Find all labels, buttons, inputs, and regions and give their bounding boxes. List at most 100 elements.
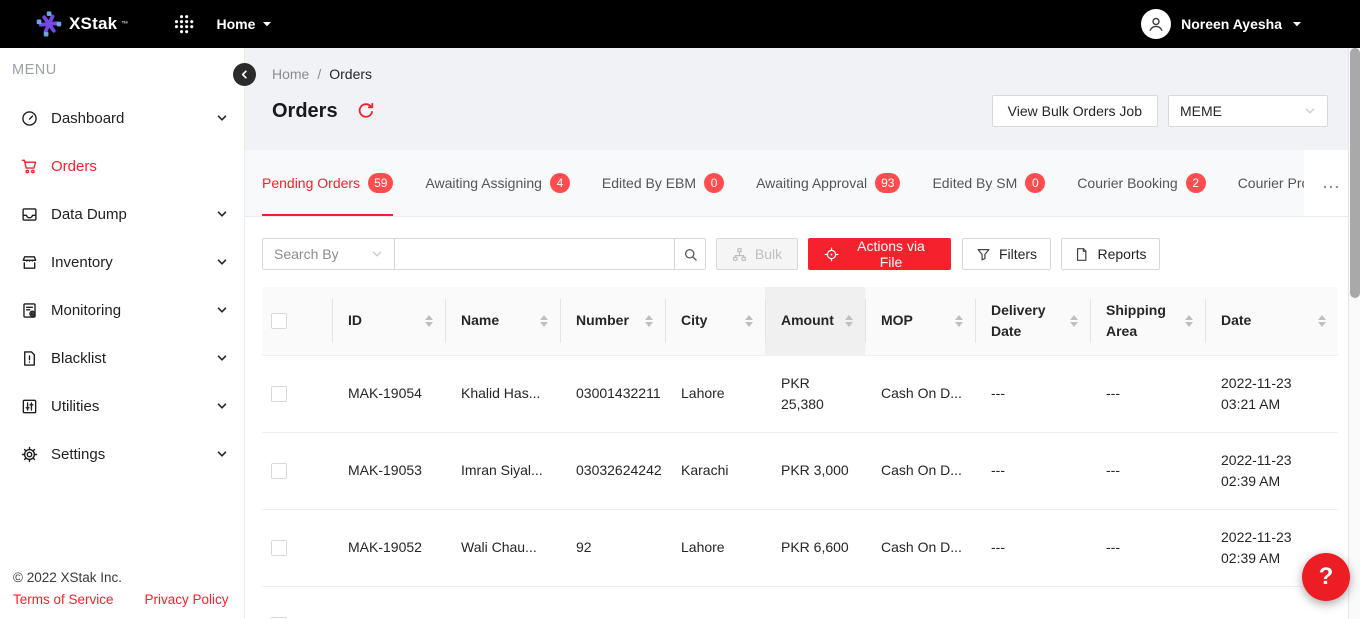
column-header-amount[interactable]: Amount [765,287,865,355]
dashboard-icon [21,110,38,127]
tabs-bar: Pending Orders59 Awaiting Assigning 4 Edite… [245,150,1360,217]
actions-via-file-button[interactable]: Actions via File [808,238,951,270]
chevron-down-icon [216,256,228,268]
column-header-number[interactable]: Number [560,287,665,355]
user-menu[interactable]: Noreen Ayesha [1141,9,1302,39]
select-all-checkbox[interactable] [271,313,287,329]
sidebar-item-utilities[interactable]: Utilities [0,382,244,430]
tab-pending-orders[interactable]: Pending Orders59 [262,150,393,216]
sidebar-item-label: Settings [51,446,216,463]
search-input[interactable] [395,238,675,270]
sort-icon[interactable] [1070,315,1078,327]
sidebar-item-dashboard[interactable]: Dashboard [0,94,244,142]
scrollbar-thumb[interactable] [1350,48,1360,298]
search-by-select[interactable]: Search By [262,238,395,270]
sidebar-item-label: Utilities [51,398,216,415]
tab-label: Awaiting Assigning [425,175,541,191]
tab-awaiting-assigning[interactable]: Awaiting Assigning 4 [425,150,569,216]
tab-courier-processing[interactable]: Courier Processing [1238,150,1304,216]
orders-card: Pending Orders59 Awaiting Assigning 4 Edite… [245,150,1360,619]
aim-icon [824,247,839,262]
row-checkbox[interactable] [271,463,287,479]
brand[interactable]: XStak™ [36,11,128,37]
tab-edited-by-sm[interactable]: Edited By SM0 [932,150,1045,216]
chevron-down-icon [216,112,228,124]
reports-button[interactable]: Reports [1061,238,1160,270]
workspace-select-value: MEME [1180,103,1222,119]
sidebar-item-blacklist[interactable]: Blacklist [0,334,244,382]
refresh-icon[interactable] [357,102,375,120]
sort-icon[interactable] [1185,315,1193,327]
sidebar-item-monitoring[interactable]: Monitoring [0,286,244,334]
filters-button[interactable]: Filters [962,238,1051,270]
column-label: Delivery Date [991,300,1066,342]
column-header-name[interactable]: Name [445,287,560,355]
cell-name [445,586,560,619]
column-header-mop[interactable]: MOP [865,287,975,355]
cell-mop: Cash On D... [865,509,975,586]
tab-awaiting-approval[interactable]: Awaiting Approval93 [756,150,900,216]
sidebar-item-inventory[interactable]: Inventory [0,238,244,286]
sort-icon[interactable] [845,315,853,327]
cell-id [332,586,445,619]
cell-amount: PKR 3,000 [765,432,865,509]
cell-shipping-area: --- [1090,509,1205,586]
cell-number: 92 [560,509,665,586]
breadcrumb-home[interactable]: Home [272,66,309,82]
sidebar-item-label: Dashboard [51,110,216,127]
sort-icon[interactable] [1318,315,1326,327]
sort-icon[interactable] [540,315,548,327]
help-button[interactable]: ? [1302,553,1350,601]
column-header-date[interactable]: Date [1205,287,1338,355]
row-checkbox[interactable] [271,540,287,556]
sidebar-item-label: Inventory [51,254,216,271]
nav-home-label: Home [216,16,255,32]
workspace-select[interactable]: MEME [1168,95,1328,127]
filter-funnel-icon [976,247,991,262]
cell-id: MAK-19053 [332,432,445,509]
inbox-icon [21,206,38,223]
column-header-city[interactable]: City [665,287,765,355]
column-label: ID [348,310,362,331]
cell-number [560,586,665,619]
tab-count-badge: 4 [550,173,570,193]
sort-icon[interactable] [425,315,433,327]
sort-icon[interactable] [955,315,963,327]
column-header-delivery-date[interactable]: Delivery Date [975,287,1090,355]
sort-icon[interactable] [645,315,653,327]
sort-icon[interactable] [745,315,753,327]
tab-label: Edited By EBM [602,175,696,191]
copyright-text: © 2022 XStak Inc. [13,570,229,585]
cell-shipping-area [1090,586,1205,619]
cell-number: 03001432211 [560,355,665,432]
cell-amount [765,586,865,619]
nav-home-menu[interactable]: Home [216,16,272,32]
cell-city: Lahore [665,355,765,432]
column-label: Amount [781,310,834,331]
privacy-policy-link[interactable]: Privacy Policy [145,592,229,607]
view-bulk-orders-job-button[interactable]: View Bulk Orders Job [992,95,1158,127]
bulk-button[interactable]: Bulk [716,238,798,270]
xstak-logo-icon [36,11,62,37]
tab-count-badge: 0 [704,173,724,193]
column-header-id[interactable]: ID [332,287,445,355]
row-select-cell [262,432,332,509]
caret-down-icon [1292,19,1302,29]
menu-label: MENU [0,48,244,78]
top-navbar: XStak™ Home Noreen Ayesha [0,0,1360,48]
row-checkbox[interactable] [271,386,287,402]
column-label: City [681,310,707,331]
apps-grid-icon[interactable] [174,14,194,34]
column-header-shipping-area[interactable]: Shipping Area [1090,287,1205,355]
tab-courier-booking[interactable]: Courier Booking2 [1077,150,1205,216]
tab-edited-by-ebm[interactable]: Edited By EBM 0 [602,150,724,216]
back-button[interactable] [233,63,256,86]
sidebar-item-orders[interactable]: Orders [0,142,244,190]
terms-of-service-link[interactable]: Terms of Service [13,592,114,607]
vertical-scrollbar[interactable] [1348,48,1360,619]
toolbar: Search By Bulk Actions via File [245,238,1360,270]
sidebar-item-settings[interactable]: Settings [0,430,244,478]
chevron-down-icon [216,208,228,220]
sidebar-item-data-dump[interactable]: Data Dump [0,190,244,238]
search-icon[interactable] [675,238,706,270]
